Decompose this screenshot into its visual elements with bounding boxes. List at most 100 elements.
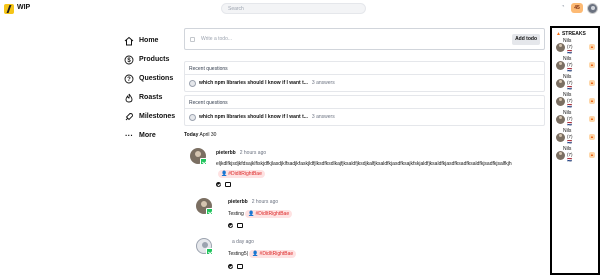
todo-checkbox[interactable] xyxy=(190,37,195,42)
country-flag-icon: 🇳🇱 xyxy=(567,121,572,126)
nav-roasts-label: Roasts xyxy=(139,94,163,101)
app-logo-icon[interactable] xyxy=(4,4,14,14)
post-author[interactable]: pieterbb 2 hours ago xyxy=(216,150,266,156)
flame-icon: ▲ xyxy=(589,134,595,140)
comment-icon[interactable] xyxy=(225,182,231,187)
nav-more[interactable]: ··· More xyxy=(124,126,175,145)
nav-questions-label: Questions xyxy=(139,75,174,82)
post-tag-row: 👤#DidItRightBae xyxy=(218,170,265,178)
post-author[interactable]: pieterbb 2 hours ago xyxy=(228,199,278,205)
post-time: a day ago xyxy=(232,239,254,245)
search-input[interactable]: Search xyxy=(221,3,366,14)
comment-icon[interactable] xyxy=(237,264,243,269)
flame-icon: ▲ xyxy=(589,116,595,122)
question-title[interactable]: which npm libraries should I know if I w… xyxy=(199,80,308,86)
nav-more-label: More xyxy=(139,132,156,139)
streak-avatar xyxy=(556,79,565,88)
user-avatar[interactable] xyxy=(587,3,598,14)
date-day: Today xyxy=(184,132,199,138)
streak-row[interactable]: Nils (7) 🇳🇱 ▲ xyxy=(556,128,598,145)
streak-row[interactable]: Nils (7) 🇳🇱 ▲ xyxy=(556,74,598,91)
flame-icon: ▲ xyxy=(589,152,595,158)
streak-avatar xyxy=(556,97,565,106)
check-icon[interactable] xyxy=(228,223,233,228)
country-flag-icon: 🇳🇱 xyxy=(567,85,572,90)
streak-avatar xyxy=(556,133,565,142)
feed-date-heading: Today April 30 xyxy=(184,132,216,138)
post-actions xyxy=(228,223,243,228)
flame-icon: ▲ xyxy=(589,98,595,104)
tag-icon: 👤 xyxy=(248,211,255,217)
nav-products[interactable]: $ Products xyxy=(124,50,175,69)
recent-questions-heading: Recent questions xyxy=(185,62,544,75)
country-flag-icon: 🇳🇱 xyxy=(567,139,572,144)
streak-badge[interactable]: 45 xyxy=(571,3,583,13)
question-row[interactable]: which npm libraries should I know if I w… xyxy=(185,109,544,125)
hashtag-chip[interactable]: 👤#DidItRightBae xyxy=(249,250,297,258)
question-icon: ? xyxy=(124,74,134,84)
flame-icon: ▲ xyxy=(589,44,595,50)
post-text: Testing5| xyxy=(228,251,248,257)
tag-icon: 👤 xyxy=(252,251,259,257)
nav-home-label: Home xyxy=(139,37,159,44)
streaks-panel: ▲STREAKS Nils (7) 🇳🇱 ▲ Nils (7) 🇳🇱 ▲ Nil… xyxy=(550,26,600,275)
nav-milestones[interactable]: Milestones xyxy=(124,107,175,126)
streak-avatar xyxy=(556,61,565,70)
post-text-row: Testing5| 👤#DidItRightBae xyxy=(228,250,297,258)
fire-icon: ▲ xyxy=(556,31,561,37)
question-title[interactable]: which npm libraries should I know if I w… xyxy=(199,114,308,120)
tag-icon: 👤 xyxy=(221,171,228,177)
check-icon[interactable] xyxy=(216,182,221,187)
nav-milestones-label: Milestones xyxy=(139,113,176,120)
nav-roasts[interactable]: Roasts xyxy=(124,88,175,107)
check-icon[interactable] xyxy=(228,264,233,269)
streak-row[interactable]: Nils (7) 🇳🇱 ▲ xyxy=(556,38,598,55)
post-text: eljkdlfkjsdjkfdsajklfiskjdfkjlasdjklfsad… xyxy=(216,161,512,167)
post-text: Testing xyxy=(228,211,244,217)
top-bar: WIP Search ◔ 45 xyxy=(0,0,600,17)
hashtag-chip[interactable]: 👤#DidItRightBae xyxy=(218,170,265,178)
app-name: WIP xyxy=(17,4,31,11)
flame-icon: ▲ xyxy=(589,80,595,86)
todo-input[interactable]: Write a todo... xyxy=(201,36,232,42)
post-author[interactable]: a day ago xyxy=(228,239,254,245)
recent-questions-card: Recent questions which npm libraries sho… xyxy=(184,61,545,92)
post-author-name[interactable]: pieterbb xyxy=(228,199,248,205)
streak-row[interactable]: Nils (7) 🇳🇱 ▲ xyxy=(556,56,598,73)
recent-questions-card: Recent questions which npm libraries sho… xyxy=(184,95,545,126)
done-check-icon xyxy=(200,158,207,165)
post-actions xyxy=(228,264,243,269)
streak-avatar xyxy=(556,43,565,52)
add-todo-button[interactable]: Add todo xyxy=(512,34,540,45)
question-answers-count: 3 answers xyxy=(311,80,335,86)
more-dots-icon: ··· xyxy=(125,131,133,140)
country-flag-icon: 🇳🇱 xyxy=(567,49,572,54)
streak-row[interactable]: Nils (7) 🇳🇱 ▲ xyxy=(556,146,598,163)
post-author-name[interactable]: pieterbb xyxy=(216,150,236,156)
streak-avatar xyxy=(556,115,565,124)
nav-products-label: Products xyxy=(139,56,170,63)
nav-questions[interactable]: ? Questions xyxy=(124,69,175,88)
main-nav: Home $ Products ? Questions Roasts Miles… xyxy=(124,31,175,145)
dollar-icon: $ xyxy=(124,55,134,65)
nav-home[interactable]: Home xyxy=(124,31,175,50)
user-avatar-icon xyxy=(189,113,196,121)
hashtag-label: #DidItRightBae xyxy=(259,251,294,257)
bell-icon[interactable]: ◔ xyxy=(561,4,568,11)
streak-row[interactable]: Nils (7) 🇳🇱 ▲ xyxy=(556,110,598,127)
post-time: 2 hours ago xyxy=(251,199,279,205)
hashtag-label: #DidItRightBae xyxy=(255,211,290,217)
done-check-icon xyxy=(206,248,213,255)
todo-composer: Write a todo... Add todo xyxy=(184,28,545,50)
streak-avatar xyxy=(556,151,565,160)
date-value: April 30 xyxy=(199,132,217,138)
user-avatar-icon xyxy=(189,79,196,87)
question-row[interactable]: which npm libraries should I know if I w… xyxy=(185,75,544,91)
hashtag-chip[interactable]: 👤#DidItRightBae xyxy=(245,210,293,218)
flame-icon xyxy=(124,93,134,103)
streak-row[interactable]: Nils (7) 🇳🇱 ▲ xyxy=(556,92,598,109)
comment-icon[interactable] xyxy=(237,223,243,228)
streaks-title: STREAKS xyxy=(561,31,586,37)
post-time: 2 hours ago xyxy=(239,150,267,156)
post-text-row: Testing 👤#DidItRightBae xyxy=(228,210,293,218)
